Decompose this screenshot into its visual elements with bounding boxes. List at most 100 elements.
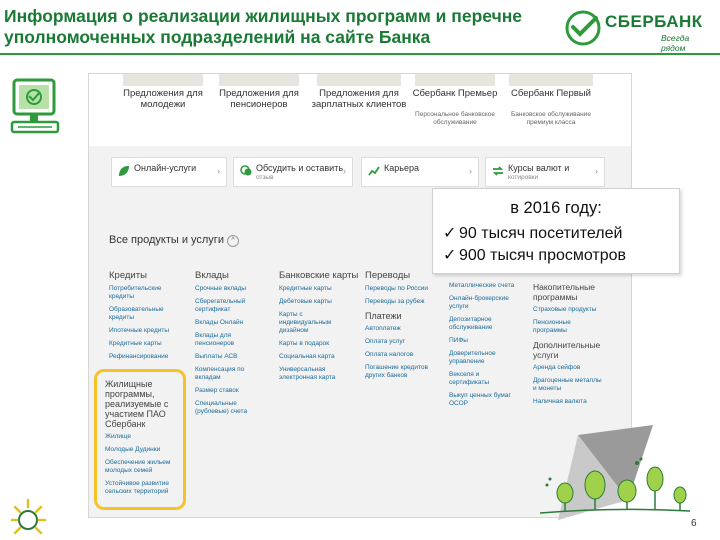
callout-title: в 2016 году: — [510, 199, 602, 217]
column-link[interactable]: Кредитные карты — [109, 340, 181, 348]
service-label: Обсудить и оставить — [256, 163, 344, 173]
column-link[interactable]: Выплаты АСВ — [195, 353, 267, 361]
service-label: Карьера — [384, 163, 419, 173]
column-heading[interactable]: Кредиты — [109, 270, 181, 281]
column-link[interactable]: Выкуп ценных бумаг ОСОР — [449, 392, 521, 408]
column-link[interactable]: Металлические счета — [449, 282, 521, 290]
service-sub: котировки — [508, 174, 539, 181]
column-credits: Кредиты Потребительские кредиты Образова… — [109, 270, 181, 366]
column-heading[interactable]: Банковские карты — [279, 270, 358, 281]
chevron-right-icon: › — [595, 166, 598, 176]
all-products-heading[interactable]: Все продукты и услуги — [109, 234, 224, 246]
callout-row-text: 90 тысяч посетителей — [459, 225, 623, 242]
column-link[interactable]: Оплата услуг — [365, 338, 437, 346]
column-subheading[interactable]: Дополнительные услуги — [533, 340, 617, 360]
column-link[interactable]: Автоплатеж — [365, 325, 437, 333]
column-link[interactable]: Карты в подарок — [279, 340, 351, 348]
column-link[interactable]: Социальная карта — [279, 353, 351, 361]
column-link[interactable]: Специальные (рублевые) счета — [195, 400, 267, 416]
column-link[interactable]: Онлайн-брокерские услуги — [449, 295, 521, 311]
checkmark-icon: ✓ — [443, 225, 457, 242]
callout-row-text: 900 тысяч просмотров — [459, 247, 627, 264]
column-link[interactable]: Переводы по России — [365, 285, 437, 293]
title-divider — [0, 53, 720, 55]
column-link[interactable]: Переводы за рубеж — [365, 298, 437, 306]
column-link[interactable]: Потребительские кредиты — [109, 285, 181, 301]
column-link[interactable]: Сберегательный сертификат — [195, 298, 267, 314]
column-link[interactable]: Универсальная электронная карта — [279, 366, 351, 382]
column-link[interactable]: Компенсация по вкладам — [195, 366, 267, 382]
slide-title: Информация о реализации жилищных програм… — [4, 6, 523, 47]
column-link[interactable]: Депозитарное обслуживание — [449, 316, 521, 332]
column-link[interactable]: Вклады Онлайн — [195, 319, 267, 327]
logo-brand: СБЕРБАНК — [605, 12, 703, 31]
column-link[interactable]: Карты с индивидуальным дизайном — [279, 311, 351, 335]
chevron-up-icon[interactable]: ^ — [227, 235, 239, 247]
column-link[interactable]: ПИФы — [449, 337, 521, 345]
column-heading[interactable]: Вклады — [195, 270, 267, 281]
promo-pensioners[interactable]: Предложения для пенсионеров — [213, 74, 305, 146]
chevron-right-icon: › — [343, 166, 346, 176]
column-link[interactable]: Страховые продукты — [533, 306, 605, 314]
column-link[interactable]: Аренда сейфов — [533, 364, 605, 372]
service-currency[interactable]: Курсы валют и котировки › — [485, 157, 605, 187]
trees-illustration-icon — [539, 457, 691, 514]
chevron-right-icon: › — [217, 166, 220, 176]
column-subheading[interactable]: Платежи — [365, 311, 437, 321]
column-link[interactable]: Срочные вклады — [195, 285, 267, 293]
promo-thumbnail — [317, 74, 401, 86]
stats-callout: в 2016 году: ✓ 90 тысяч посетителей ✓ 900 … — [432, 188, 680, 274]
column-deposits: Вклады Срочные вклады Сберегательный сер… — [195, 270, 267, 421]
column-heading[interactable]: Переводы — [365, 270, 437, 281]
service-career[interactable]: Карьера › — [361, 157, 479, 187]
checkmark-icon: ✓ — [443, 247, 457, 264]
column-link[interactable]: Размер ставок — [195, 387, 267, 395]
column-link[interactable]: Дебетовые карты — [279, 298, 351, 306]
promo-thumbnail — [219, 74, 299, 86]
column-savings: Накопительные программы Страховые продук… — [533, 282, 617, 411]
column-investments: Металлические счета Онлайн-брокерские ус… — [449, 282, 521, 413]
column-link[interactable]: Пенсионные программы — [533, 319, 605, 335]
column-transfers: Переводы Переводы по России Переводы за … — [365, 270, 437, 385]
currency-icon — [492, 166, 504, 176]
service-sub: отзыв — [256, 174, 274, 181]
service-feedback[interactable]: Обсудить и оставить отзыв › — [233, 157, 353, 187]
promo-thumbnail — [509, 74, 593, 86]
column-link[interactable]: Драгоценные металлы и монеты — [533, 377, 605, 393]
service-online[interactable]: Онлайн-услуги › — [111, 157, 227, 187]
promo-label: Предложения для молодежи — [123, 88, 203, 110]
promo-sub: Персональное банковское обслуживание — [415, 111, 495, 126]
promo-label: Предложения для пенсионеров — [219, 88, 299, 110]
promo-first[interactable]: Сбербанк Первый Банковское обслуживание … — [503, 74, 599, 146]
housing-highlight — [94, 369, 186, 510]
sberbank-logo: СБЕРБАНК Всегда рядом — [565, 8, 715, 53]
column-link[interactable]: Погашение кредитов других банков — [365, 364, 437, 380]
column-link[interactable]: Доверительное управление — [449, 350, 521, 366]
callout-row-views: ✓ 900 тысяч просмотров — [443, 245, 626, 265]
column-link[interactable]: Кредитные карты — [279, 285, 351, 293]
promo-youth[interactable]: Предложения для молодежи — [117, 74, 209, 146]
website-screenshot: Предложения для молодежи Предложения для… — [88, 73, 632, 518]
column-link[interactable]: Рефинансирование — [109, 353, 181, 361]
column-link[interactable]: Вклады для пенсионеров — [195, 332, 267, 348]
service-label: Онлайн-услуги — [134, 163, 197, 173]
slide-number: 6 — [691, 518, 697, 529]
logo-slogan: Всегда рядом — [661, 33, 690, 53]
promo-label: Предложения для зарплатных клиентов — [311, 88, 407, 110]
column-link[interactable]: Образовательные кредиты — [109, 306, 181, 322]
column-link[interactable]: Векселя и сертификаты — [449, 371, 521, 387]
column-link[interactable]: Ипотечные кредиты — [109, 327, 181, 335]
column-link[interactable]: Наличная валюта — [533, 398, 605, 406]
promo-thumbnail — [123, 74, 203, 86]
sun-icon — [10, 498, 47, 535]
column-heading[interactable]: Накопительные программы — [533, 282, 617, 302]
promo-label: Сбербанк Премьер — [412, 88, 498, 99]
sberbank-logo-icon — [565, 10, 601, 46]
leaf-icon — [119, 166, 129, 176]
column-cards: Банковские карты Кредитные карты Дебетов… — [279, 270, 358, 387]
service-label: Курсы валют и — [508, 163, 570, 173]
promo-label: Сбербанк Первый — [511, 88, 591, 99]
column-link[interactable]: Оплата налогов — [365, 351, 437, 359]
promo-premier[interactable]: Сбербанк Премьер Персональное банковское… — [409, 74, 501, 146]
promo-salary[interactable]: Предложения для зарплатных клиентов — [311, 74, 407, 146]
